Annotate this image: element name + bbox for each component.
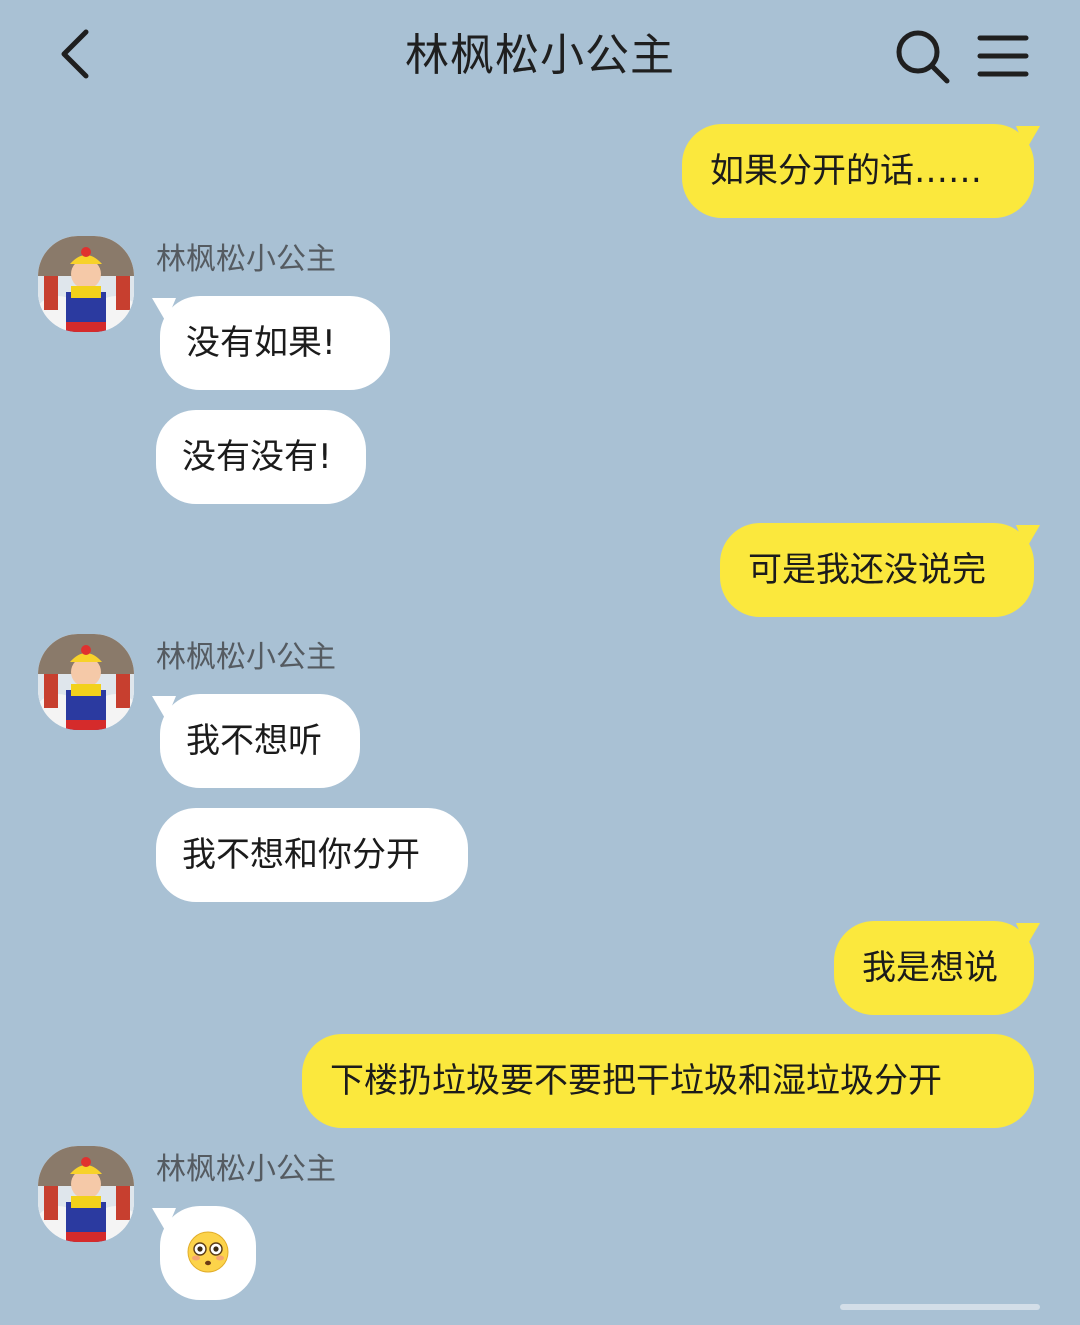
menu-icon — [977, 35, 1029, 77]
message-bubble-outgoing[interactable]: 下楼扔垃圾要不要把干垃圾和湿垃圾分开 — [302, 1034, 1034, 1128]
sender-name: 林枫松小公主 — [156, 1152, 336, 1187]
bubble-tail — [1016, 923, 1040, 947]
avatar-image — [38, 236, 134, 332]
message-bubble-outgoing[interactable]: 如果分开的话…… — [682, 124, 1034, 218]
chat-header: 林枫松小公主 — [0, 0, 1080, 112]
message-bubble-incoming[interactable]: 没有如果! — [160, 296, 390, 390]
avatar-image — [38, 634, 134, 730]
message-bubble-incoming[interactable]: 我不想听 — [160, 694, 360, 788]
bubble-tail — [1016, 126, 1040, 150]
message-text: 可是我还没说完 — [748, 550, 986, 590]
menu-button[interactable] — [974, 28, 1034, 84]
avatar[interactable] — [38, 1146, 134, 1242]
message-bubble-incoming[interactable]: 没有没有! — [156, 410, 366, 504]
message-bubble-outgoing[interactable]: 可是我还没说完 — [720, 523, 1034, 617]
message-bubble-outgoing[interactable]: 我是想说 — [834, 921, 1034, 1015]
flushed-face-emoji-icon — [187, 1231, 229, 1272]
message-bubble-incoming[interactable] — [160, 1206, 256, 1300]
message-bubble-incoming[interactable]: 我不想和你分开 — [156, 808, 468, 902]
avatar[interactable] — [38, 236, 134, 332]
message-text: 如果分开的话…… — [710, 151, 982, 191]
message-text: 我不想听 — [186, 721, 322, 761]
avatar-image — [38, 1146, 134, 1242]
message-text: 没有如果! — [186, 323, 336, 363]
bubble-tail — [1016, 525, 1040, 549]
message-text: 下楼扔垃圾要不要把干垃圾和湿垃圾分开 — [330, 1061, 942, 1101]
message-text: 我是想说 — [862, 948, 998, 988]
search-icon — [896, 30, 950, 84]
search-button[interactable] — [892, 26, 954, 88]
sender-name: 林枫松小公主 — [156, 640, 336, 675]
message-text: 我不想和你分开 — [182, 835, 420, 875]
sender-name: 林枫松小公主 — [156, 242, 336, 277]
message-text: 没有没有! — [182, 437, 332, 477]
home-indicator-dots — [840, 1304, 1040, 1310]
avatar[interactable] — [38, 634, 134, 730]
